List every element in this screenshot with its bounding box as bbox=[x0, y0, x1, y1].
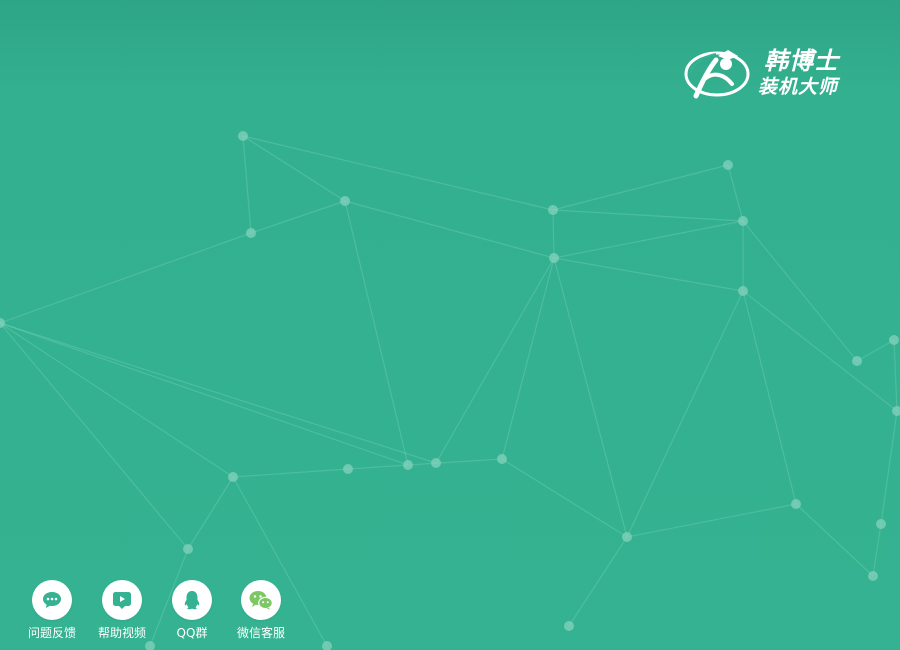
network-line bbox=[344, 200, 555, 259]
wechat-icon bbox=[249, 591, 273, 610]
network-line bbox=[742, 290, 797, 505]
qq-group-button-circle[interactable] bbox=[172, 580, 212, 620]
network-line bbox=[552, 164, 729, 211]
qq-group-label: QQ群 bbox=[176, 626, 208, 640]
network-line bbox=[552, 209, 555, 259]
network-node bbox=[403, 460, 413, 470]
network-node bbox=[868, 571, 878, 581]
network-line bbox=[242, 135, 346, 202]
network-line bbox=[872, 523, 882, 577]
network-node bbox=[497, 454, 507, 464]
network-node bbox=[343, 464, 353, 474]
network-node bbox=[238, 131, 248, 141]
network-node bbox=[738, 216, 748, 226]
help-video-button-circle[interactable] bbox=[102, 580, 142, 620]
chat-bubble-icon bbox=[43, 592, 61, 608]
network-line bbox=[626, 290, 744, 538]
network-line bbox=[250, 200, 346, 234]
network-line bbox=[501, 257, 555, 460]
feedback-button[interactable]: 问题反馈 bbox=[14, 580, 90, 646]
feedback-label: 问题反馈 bbox=[27, 626, 76, 640]
network-node bbox=[876, 519, 886, 529]
brand-subtitle: 装机大师 bbox=[758, 76, 839, 98]
network-line bbox=[568, 536, 628, 627]
network-node bbox=[564, 621, 574, 631]
network-line bbox=[232, 468, 349, 478]
network-line bbox=[407, 458, 503, 466]
network-line bbox=[553, 257, 744, 292]
network-node bbox=[183, 544, 193, 554]
network-node bbox=[228, 472, 238, 482]
network-line bbox=[0, 232, 252, 324]
feedback-button-circle[interactable] bbox=[32, 580, 72, 620]
network-line bbox=[187, 476, 234, 550]
network-node bbox=[723, 160, 733, 170]
wechat-service-button-circle[interactable] bbox=[241, 580, 281, 620]
network-node bbox=[246, 228, 256, 238]
qq-group-button[interactable]: QQ群 bbox=[154, 580, 230, 646]
network-line bbox=[344, 200, 409, 466]
network-node bbox=[431, 458, 441, 468]
network-line bbox=[553, 257, 628, 538]
network-line bbox=[742, 220, 858, 362]
network-line bbox=[242, 135, 554, 211]
network-node bbox=[791, 499, 801, 509]
network-line bbox=[893, 339, 898, 412]
network-line bbox=[552, 209, 744, 222]
network-line bbox=[242, 135, 252, 234]
network-line bbox=[435, 257, 555, 464]
network-node bbox=[322, 641, 332, 650]
help-video-button[interactable]: 帮助视频 bbox=[84, 580, 160, 646]
network-line bbox=[501, 458, 628, 538]
logo-icon bbox=[684, 50, 750, 99]
brand-name: 韩博士 bbox=[764, 47, 839, 75]
network-line bbox=[347, 464, 409, 470]
help-video-label: 帮助视频 bbox=[97, 626, 146, 640]
network-node bbox=[548, 205, 558, 215]
network-line bbox=[0, 322, 409, 466]
play-video-icon bbox=[113, 592, 131, 609]
wechat-service-label: 微信客服 bbox=[236, 626, 285, 640]
network-node bbox=[549, 253, 559, 263]
network-line bbox=[880, 410, 898, 525]
qq-penguin-icon bbox=[184, 591, 200, 610]
network-line bbox=[795, 503, 874, 577]
network-node bbox=[622, 532, 632, 542]
network-node bbox=[340, 196, 350, 206]
network-line bbox=[0, 322, 234, 478]
network-line bbox=[553, 220, 744, 259]
network-line bbox=[626, 503, 797, 538]
network-node bbox=[889, 335, 899, 345]
network-node bbox=[852, 356, 862, 366]
wechat-service-button[interactable]: 微信客服 bbox=[223, 580, 299, 646]
network-line bbox=[856, 339, 895, 362]
network-line bbox=[0, 322, 437, 464]
brand-logo: 韩博士 装机大师 bbox=[682, 44, 862, 104]
network-line bbox=[727, 164, 744, 222]
network-node bbox=[738, 286, 748, 296]
app-window: 韩博士 装机大师 问题反馈 帮助视频 QQ群 微信客服 bbox=[0, 0, 900, 650]
network-line bbox=[0, 322, 189, 550]
